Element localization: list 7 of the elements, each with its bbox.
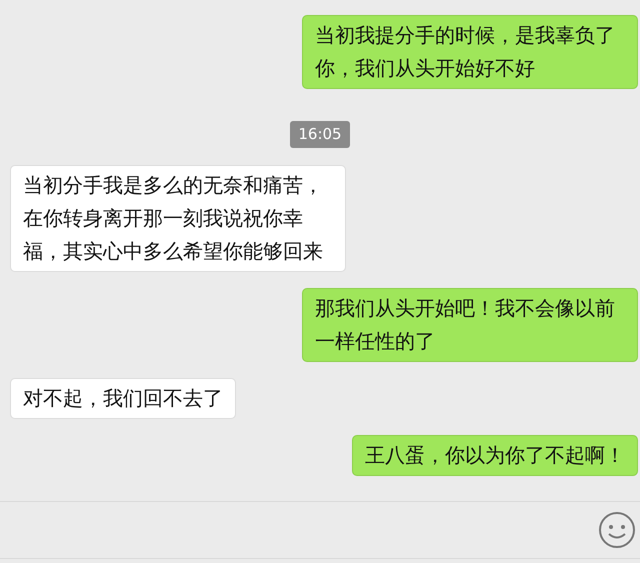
sent-message-bubble: 那我们从头开始吧！我不会像以前一样任性的了 [302, 288, 638, 362]
received-message-bubble: 当初分手我是多么的无奈和痛苦，在你转身离开那一刻我说祝你幸福，其实心中多么希望你能够回来 [10, 164, 346, 272]
emoji-icon[interactable] [598, 511, 636, 549]
received-message-bubble: 对不起，我们回不去了 [10, 378, 236, 418]
sent-message-bubble: 王八蛋，你以为你了不起啊！ [352, 434, 638, 476]
timestamp: 16:05 [290, 121, 350, 148]
sent-message-bubble: 当初我提分手的时候，是我辜负了你，我们从头开始好不好 [302, 15, 638, 89]
